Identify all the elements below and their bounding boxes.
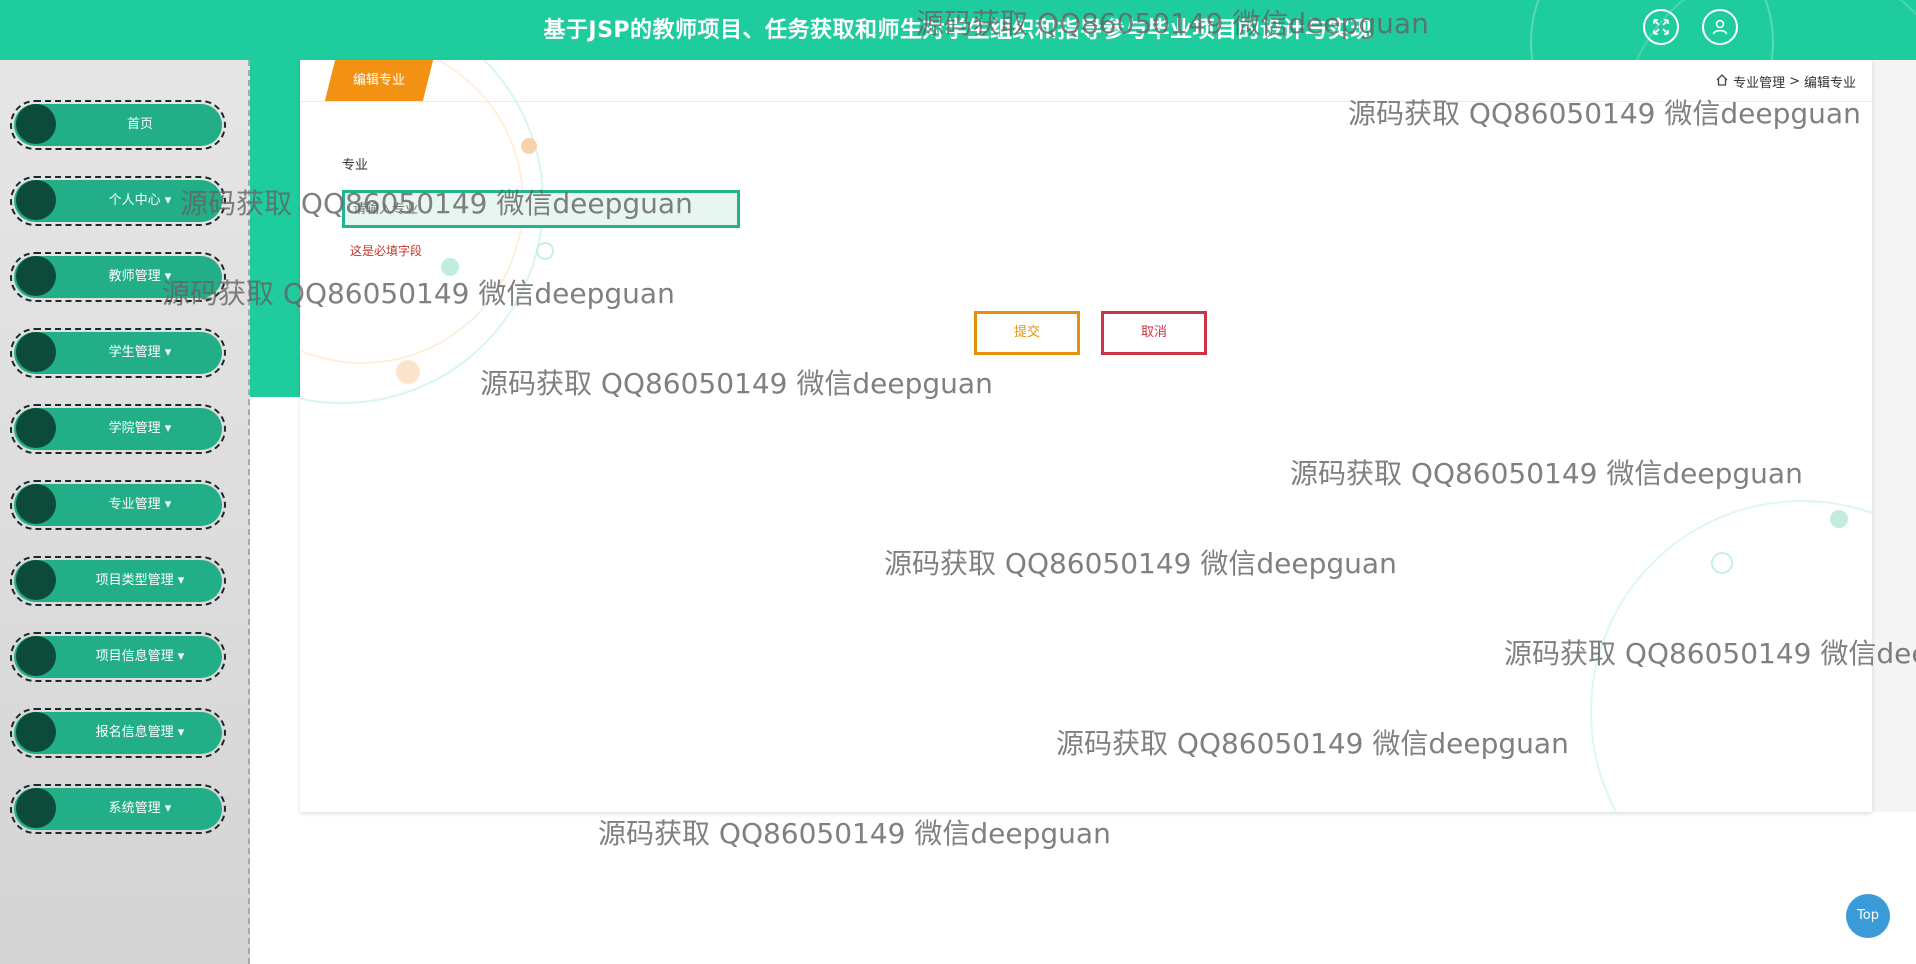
sidebar: 首页 个人中心 ▾ 教师管理 ▾ 学生管理 ▾ 学院管理 ▾ 专业管理 ▾ 项目…	[0, 60, 250, 964]
breadcrumb-separator: >	[1789, 74, 1800, 89]
sidebar-item-home[interactable]: 首页	[10, 100, 226, 150]
menu-dot-icon	[16, 484, 56, 524]
sidebar-item-label: 学生管理 ▾	[108, 345, 172, 360]
major-input[interactable]	[342, 190, 740, 228]
back-to-top-button[interactable]: Top	[1846, 894, 1890, 938]
edit-major-panel: 编辑专业 专业管理 > 编辑专业 专业 这是必填字段 提交 取消	[300, 60, 1872, 812]
sidebar-item-label: 专业管理 ▾	[108, 497, 172, 512]
sidebar-item-label: 系统管理 ▾	[108, 801, 172, 816]
menu-dot-icon	[16, 636, 56, 676]
cancel-button[interactable]: 取消	[1101, 311, 1207, 355]
sidebar-item-signup-info-management[interactable]: 报名信息管理 ▾	[10, 708, 226, 758]
menu-dot-icon	[16, 332, 56, 372]
page-title: 基于JSP的教师项目、任务获取和师生对学生组织和指导参与毕业项目的设计与实现	[543, 18, 1373, 43]
sidebar-item-system-management[interactable]: 系统管理 ▾	[10, 784, 226, 834]
decorative-ring	[1590, 500, 1872, 812]
sidebar-item-project-type-management[interactable]: 项目类型管理 ▾	[10, 556, 226, 606]
breadcrumb-section[interactable]: 专业管理	[1733, 72, 1785, 91]
sidebar-item-label: 项目信息管理 ▾	[95, 649, 185, 664]
sidebar-item-label: 教师管理 ▾	[108, 269, 172, 284]
menu-dot-icon	[16, 712, 56, 752]
right-edge-background	[1872, 60, 1916, 812]
decorative-dot	[521, 138, 537, 154]
sidebar-item-label: 个人中心 ▾	[108, 193, 172, 208]
required-field-error: 这是必填字段	[350, 244, 423, 258]
submit-button[interactable]: 提交	[974, 311, 1080, 355]
menu-dot-icon	[16, 788, 56, 828]
sidebar-item-personal-center[interactable]: 个人中心 ▾	[10, 176, 226, 226]
decorative-dot	[1830, 510, 1848, 528]
sidebar-item-label: 首页	[126, 117, 153, 132]
decorative-dot	[1711, 552, 1733, 574]
decorative-dot	[441, 258, 459, 276]
menu-dot-icon	[16, 256, 56, 296]
user-icon[interactable]	[1702, 9, 1738, 45]
menu-dot-icon	[16, 408, 56, 448]
breadcrumb-current: 编辑专业	[1803, 76, 1856, 91]
menu-dot-icon	[16, 104, 56, 144]
sidebar-item-label: 项目类型管理 ▾	[95, 573, 185, 588]
fullscreen-icon[interactable]	[1643, 9, 1679, 45]
menu-dot-icon	[16, 560, 56, 600]
sidebar-item-teacher-management[interactable]: 教师管理 ▾	[10, 252, 226, 302]
sidebar-item-label: 学院管理 ▾	[108, 421, 172, 436]
sidebar-item-student-management[interactable]: 学生管理 ▾	[10, 328, 226, 378]
sidebar-item-label: 报名信息管理 ▾	[95, 725, 185, 740]
decorative-dot	[396, 360, 420, 384]
sidebar-item-project-info-management[interactable]: 项目信息管理 ▾	[10, 632, 226, 682]
home-icon[interactable]	[1715, 73, 1729, 91]
breadcrumb: 专业管理 > 编辑专业	[1715, 72, 1856, 91]
divider	[300, 101, 1872, 102]
sidebar-item-major-management[interactable]: 专业管理 ▾	[10, 480, 226, 530]
watermark-text: 源码获取 QQ86050149 微信deepguan	[598, 817, 1111, 850]
major-field-label: 专业	[342, 158, 369, 173]
menu-dot-icon	[16, 180, 56, 220]
tab-label: 编辑专业	[352, 73, 405, 88]
sidebar-item-college-management[interactable]: 学院管理 ▾	[10, 404, 226, 454]
decorative-dot	[536, 242, 554, 260]
tab-edit-major: 编辑专业	[324, 60, 434, 101]
top-header: 基于JSP的教师项目、任务获取和师生对学生组织和指导参与毕业项目的设计与实现	[0, 0, 1916, 60]
